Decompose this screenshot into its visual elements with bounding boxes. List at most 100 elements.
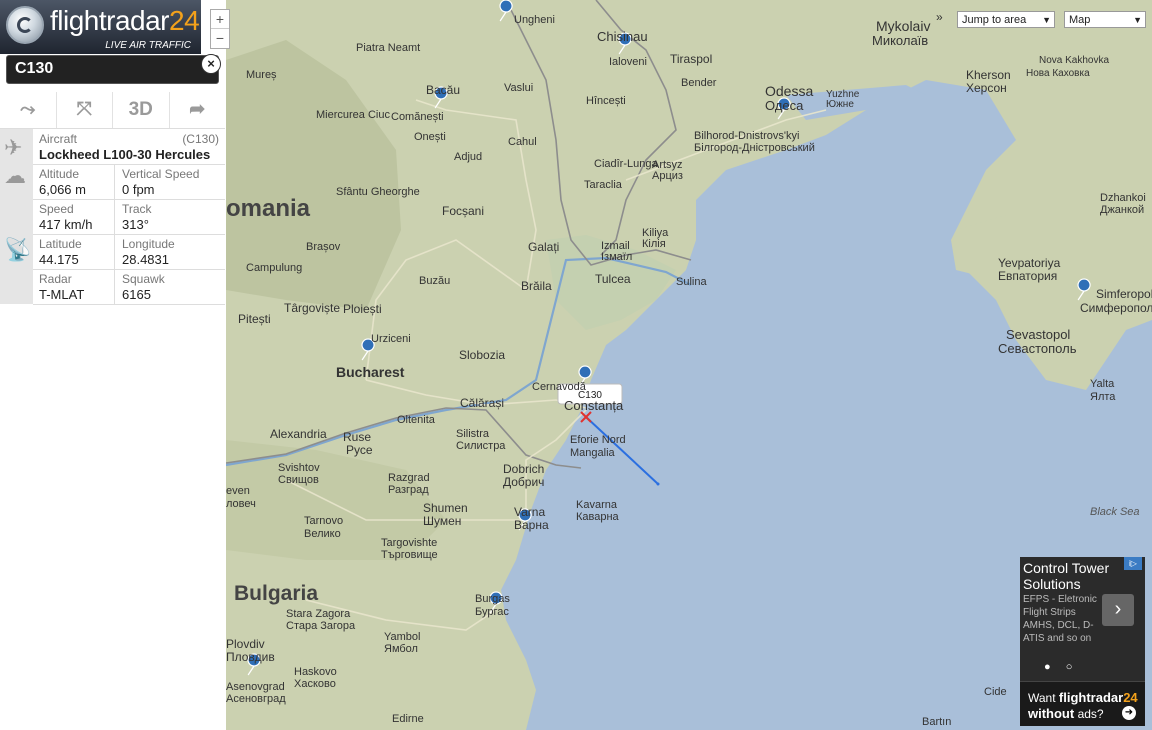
svg-text:Білгород-Дністровський: Білгород-Дністровський — [694, 142, 815, 154]
svg-text:Alexandria: Alexandria — [270, 427, 327, 441]
svg-text:Asenovgrad: Asenovgrad — [226, 681, 285, 693]
ad-title[interactable]: Control Tower Solutions — [1023, 560, 1145, 592]
svg-text:Ciadîr-Lunga: Ciadîr-Lunga — [594, 158, 658, 170]
svg-text:Пловдив: Пловдив — [226, 650, 275, 664]
svg-text:Търговище: Търговище — [381, 549, 438, 561]
svg-text:Dobrich: Dobrich — [503, 462, 544, 476]
svg-text:Targovishte: Targovishte — [381, 537, 437, 549]
route-icon[interactable]: ⤳ — [0, 92, 57, 128]
speed-label: Speed — [39, 202, 74, 216]
fit-view-icon[interactable]: ⤧ — [57, 92, 113, 128]
svg-text:Силистра: Силистра — [456, 440, 506, 452]
svg-text:Херсон: Херсон — [966, 81, 1007, 95]
ad-pager-dots[interactable]: ● ○ — [1044, 661, 1078, 673]
ad-panel[interactable]: i▷ Control Tower Solutions EFPS - Eletro… — [1020, 557, 1145, 726]
radar-value: T-MLAT — [39, 287, 85, 302]
svg-text:Варна: Варна — [514, 518, 549, 532]
svg-text:Велико: Велико — [304, 528, 341, 540]
svg-text:Ізмаїл: Ізмаїл — [601, 251, 632, 263]
svg-text:Oltenita: Oltenita — [397, 414, 436, 426]
flight-toolbar: ⤳ ⤧ 3D ➦ — [0, 92, 225, 129]
svg-text:Mykolaiv: Mykolaiv — [876, 18, 930, 34]
svg-text:Bartın: Bartın — [922, 716, 951, 728]
svg-text:Haskovo: Haskovo — [294, 666, 337, 678]
details-icon-column: ✈ ☁ 📡 — [0, 129, 33, 304]
svg-text:Cahul: Cahul — [508, 136, 537, 148]
svg-text:Hîncești: Hîncești — [586, 95, 626, 107]
svg-text:Одеса: Одеса — [765, 98, 804, 113]
zoom-out-button[interactable]: − — [211, 28, 229, 47]
svg-text:Burgas: Burgas — [475, 593, 510, 605]
vertical-speed-value: 0 fpm — [122, 182, 155, 197]
track-value: 313° — [122, 217, 149, 232]
jump-to-area-select[interactable]: Jump to area ▼ — [957, 11, 1055, 28]
svg-text:Bilhorod-Dnistrovs'kyi: Bilhorod-Dnistrovs'kyi — [694, 130, 799, 142]
squawk-label: Squawk — [122, 272, 165, 286]
svg-text:Cernavodă: Cernavodă — [532, 381, 587, 393]
svg-text:omania: omania — [226, 195, 311, 222]
svg-text:Sfântu Gheorghe: Sfântu Gheorghe — [336, 186, 420, 198]
svg-text:Tiraspol: Tiraspol — [670, 52, 712, 66]
brand-name: flightradar24 — [50, 5, 200, 36]
svg-text:Yevpatoriya: Yevpatoriya — [998, 256, 1061, 270]
svg-text:Севастополь: Севастополь — [998, 341, 1077, 356]
svg-text:Хасково: Хасково — [294, 678, 336, 690]
svg-text:Kavarna: Kavarna — [576, 499, 618, 511]
svg-text:Slobozia: Slobozia — [459, 348, 505, 362]
dropdown-arrow-icon: ▼ — [1133, 15, 1142, 25]
brand-tagline: LIVE AIR TRAFFIC — [105, 40, 191, 51]
ad-next-button[interactable]: › — [1102, 594, 1134, 626]
speed-value: 417 km/h — [39, 217, 93, 232]
svg-text:Varna: Varna — [514, 505, 545, 519]
svg-text:Ialoveni: Ialoveni — [609, 56, 647, 68]
svg-text:Yalta: Yalta — [1090, 378, 1115, 390]
svg-text:Nova Kakhovka: Nova Kakhovka — [1039, 55, 1109, 66]
svg-text:Călărași: Călărași — [460, 396, 504, 410]
view-3d-button[interactable]: 3D — [113, 92, 170, 128]
zoom-in-button[interactable]: + — [211, 10, 229, 28]
svg-text:Джанкой: Джанкой — [1100, 204, 1144, 216]
svg-text:Асеновград: Асеновград — [226, 693, 286, 705]
svg-text:Brăila: Brăila — [521, 279, 552, 293]
svg-text:Plovdiv: Plovdiv — [226, 637, 265, 651]
map-canvas[interactable]: C130 Ungheni Chisinau Ialoveni Tiraspol … — [226, 0, 1152, 730]
svg-text:Edirne: Edirne — [392, 713, 424, 725]
svg-text:ловеч: ловеч — [226, 498, 256, 510]
svg-text:Yambol: Yambol — [384, 631, 420, 643]
svg-text:Svishtov: Svishtov — [278, 462, 320, 474]
aircraft-name: Lockheed L100-30 Hercules — [39, 147, 211, 162]
flightradar-logo[interactable]: flightradar24 LIVE AIR TRAFFIC — [0, 0, 201, 54]
altitude-value: 6,066 m — [39, 182, 86, 197]
svg-text:Бургас: Бургас — [475, 606, 509, 618]
svg-text:Sulina: Sulina — [676, 276, 707, 288]
map-type-select[interactable]: Map ▼ — [1064, 11, 1146, 28]
altitude-row: Altitude 6,066 m Vertical Speed 0 fpm — [33, 164, 225, 200]
arrow-right-icon: ➜ — [1122, 706, 1136, 720]
svg-text:Simferopol: Simferopol — [1096, 287, 1152, 301]
flight-panel: flightradar24 LIVE AIR TRAFFIC C130 × ⤳ … — [0, 0, 227, 730]
flight-callsign: C130 — [15, 60, 54, 77]
svg-text:Стара Загора: Стара Загора — [286, 620, 356, 632]
svg-text:Focșani: Focșani — [442, 204, 484, 218]
svg-text:Разград: Разград — [388, 484, 429, 496]
svg-text:Buzău: Buzău — [419, 275, 450, 287]
flight-track-end — [656, 482, 660, 486]
svg-text:Mangalia: Mangalia — [570, 447, 616, 459]
close-icon[interactable]: × — [201, 54, 221, 74]
svg-text:Silistra: Silistra — [456, 428, 490, 440]
svg-text:Южне: Южне — [826, 99, 854, 110]
svg-text:Urziceni: Urziceni — [371, 333, 411, 345]
svg-text:Kherson: Kherson — [966, 68, 1011, 82]
svg-text:Chisinau: Chisinau — [597, 29, 648, 44]
svg-text:Ялта: Ялта — [1090, 391, 1116, 403]
svg-text:Galați: Galați — [528, 240, 559, 254]
svg-text:Симферополь: Симферополь — [1080, 301, 1152, 315]
svg-text:Ploiești: Ploiești — [343, 302, 382, 316]
collapse-icon[interactable]: » — [936, 10, 943, 24]
speed-row: Speed 417 km/h Track 313° — [33, 199, 225, 235]
svg-text:Comănești: Comănești — [391, 111, 444, 123]
map-svg[interactable]: C130 Ungheni Chisinau Ialoveni Tiraspol … — [226, 0, 1152, 730]
share-icon[interactable]: ➦ — [170, 92, 226, 128]
svg-text:Piatra Neamt: Piatra Neamt — [356, 42, 420, 54]
ad-removal-link[interactable]: Want flightradar24 without ads? ➜ — [1020, 681, 1145, 726]
